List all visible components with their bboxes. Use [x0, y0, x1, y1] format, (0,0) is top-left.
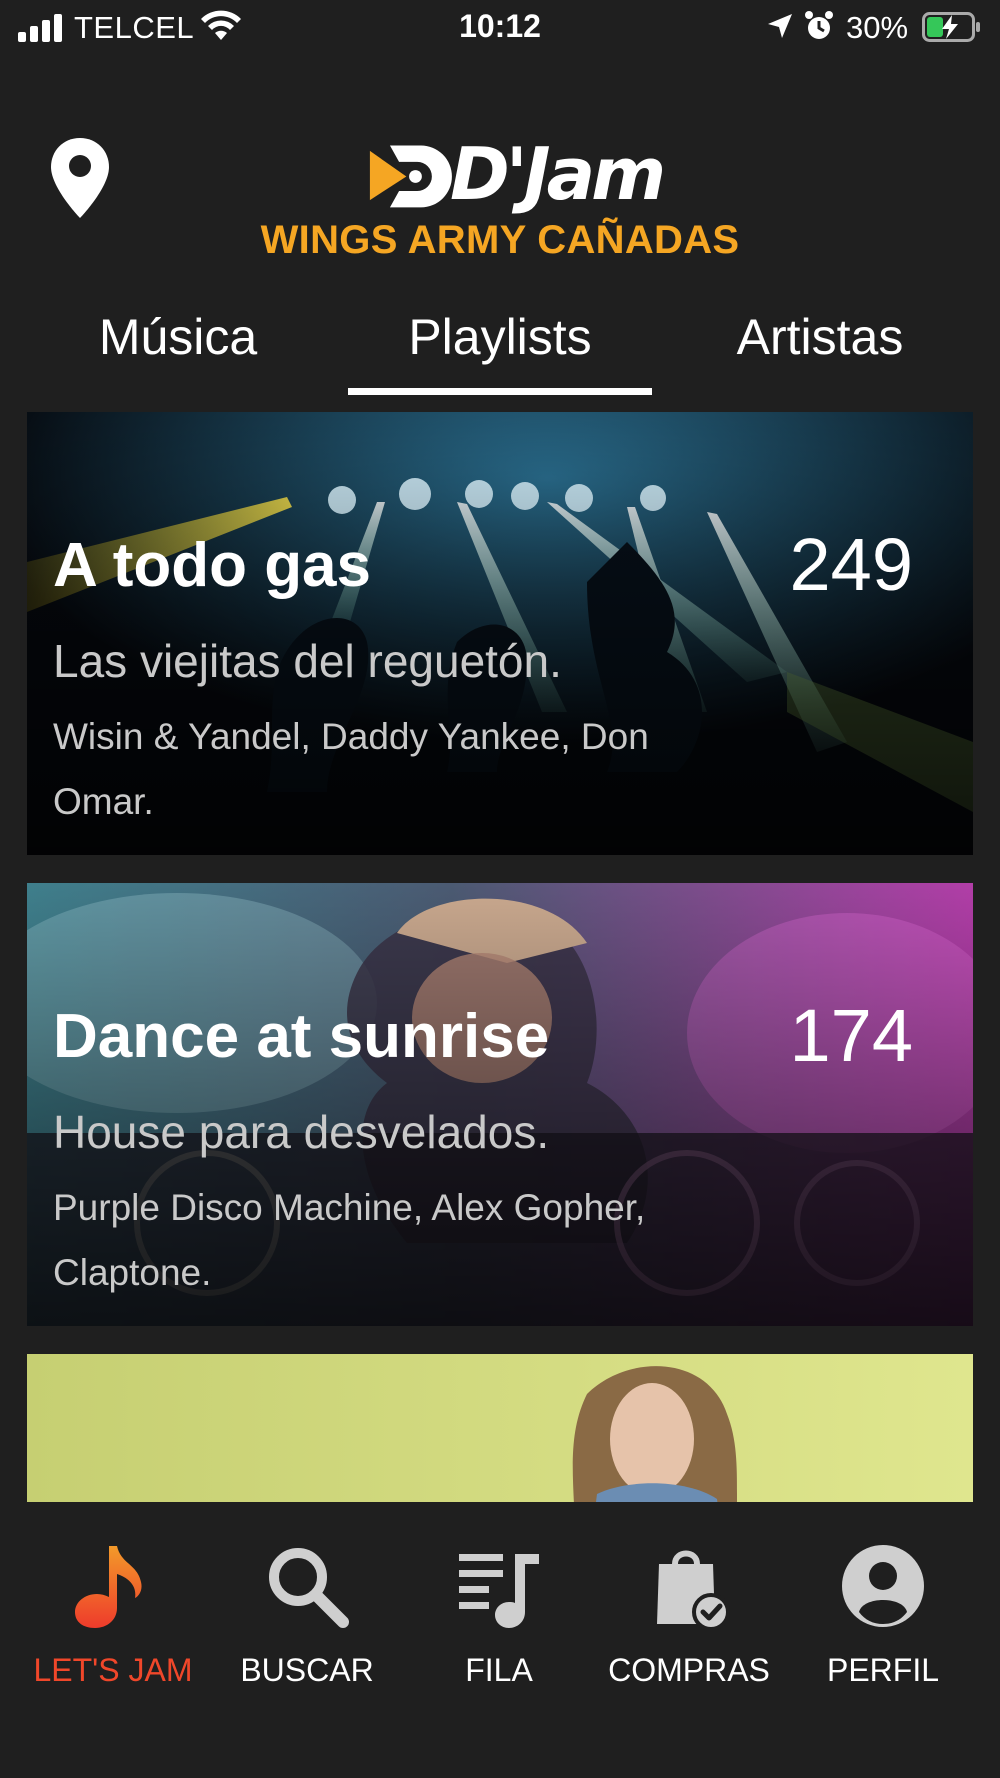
playlist-card[interactable]: Dance at sunrise 174 House para desvelad… — [27, 883, 973, 1326]
nav-label: PERFIL — [826, 1652, 940, 1688]
battery-percentage: 30% — [846, 10, 909, 45]
nav-compras[interactable]: COMPRAS — [594, 1542, 784, 1712]
nav-label: COMPRAS — [608, 1652, 770, 1688]
app-logo: D'Jam — [360, 132, 666, 222]
play-disc-icon — [369, 145, 452, 208]
tab-playlists[interactable]: Playlists — [348, 308, 652, 366]
status-bar: TELCEL 10:12 30% — [0, 0, 1000, 56]
playlist-artists: Wisin & Yandel, Daddy Yankee, Don Omar. — [53, 716, 649, 822]
battery-charging-icon — [922, 12, 980, 42]
nav-perfil[interactable]: PERFIL — [788, 1542, 978, 1712]
nav-label: LET'S JAM — [33, 1652, 193, 1688]
alarm-icon — [805, 11, 833, 39]
profile-icon — [842, 1545, 924, 1627]
shopping-bag-icon — [657, 1550, 730, 1630]
nav-lets-jam[interactable]: LET'S JAM — [18, 1542, 208, 1712]
nav-fila[interactable]: FILA — [404, 1542, 594, 1712]
playlist-subtitle: House para desvelados. — [53, 1106, 550, 1158]
nav-label: BUSCAR — [240, 1652, 374, 1688]
bottom-navigation: LET'S JAM BUSCAR FILA COMPRAS PERFIL — [0, 1502, 1000, 1778]
playlist-card[interactable] — [27, 1354, 973, 1502]
queue-icon — [459, 1554, 539, 1628]
playlist-card[interactable]: A todo gas 249 Las viejitas del reguetón… — [27, 412, 973, 855]
music-note-icon — [75, 1546, 142, 1628]
nav-label: FILA — [465, 1652, 533, 1688]
nav-buscar[interactable]: BUSCAR — [212, 1542, 402, 1712]
playlist-track-count: 174 — [789, 994, 913, 1077]
tab-bar: Música Playlists Artistas — [0, 300, 1000, 400]
playlist-artists: Purple Disco Machine, Alex Gopher, Clapt… — [53, 1187, 646, 1293]
portrait-background-image — [27, 1354, 973, 1502]
tab-musica[interactable]: Música — [60, 308, 296, 366]
playlist-list[interactable]: A todo gas 249 Las viejitas del reguetón… — [27, 412, 973, 1502]
search-icon — [269, 1548, 349, 1628]
location-arrow-icon — [768, 14, 792, 38]
playlist-title: Dance at sunrise — [53, 1002, 550, 1071]
venue-name: WINGS ARMY CAÑADAS — [260, 218, 740, 262]
tab-artistas[interactable]: Artistas — [700, 308, 940, 366]
playlist-track-count: 249 — [789, 523, 913, 606]
playlist-subtitle: Las viejitas del reguetón. — [53, 635, 562, 687]
logo-wordmark: D'Jam — [450, 132, 666, 216]
location-pin-icon[interactable] — [48, 136, 112, 220]
playlist-title: A todo gas — [53, 531, 372, 600]
active-tab-indicator — [348, 388, 652, 395]
